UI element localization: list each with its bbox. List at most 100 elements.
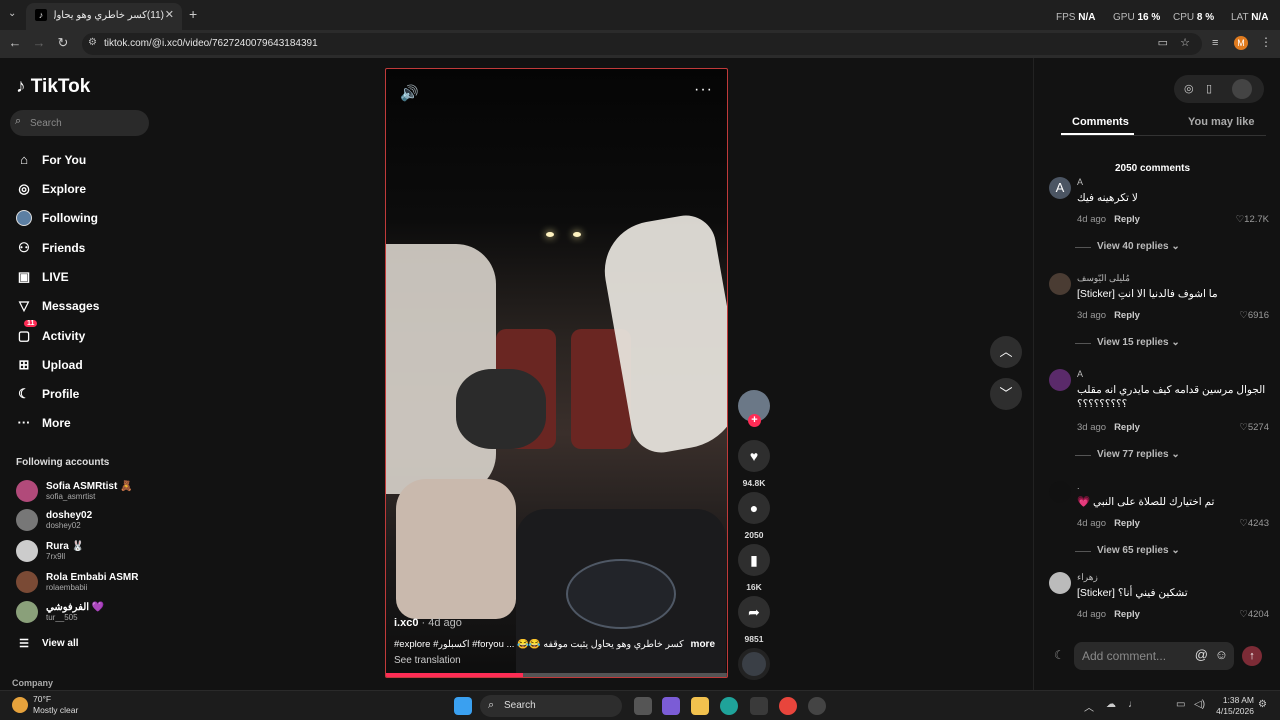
avatar[interactable] xyxy=(1049,273,1071,295)
following-account[interactable]: Rura 🐰 7rx9ll xyxy=(16,540,156,566)
avatar[interactable]: A xyxy=(1049,177,1071,199)
previous-video-button[interactable]: ︿ xyxy=(990,336,1022,368)
comment-like[interactable]: ♡4243 xyxy=(1239,518,1269,529)
nav-following[interactable]: Following xyxy=(16,208,156,230)
tab-comments[interactable]: Comments xyxy=(1072,116,1129,128)
tab-you-may-like[interactable]: You may like xyxy=(1188,116,1254,128)
chrome-icon[interactable] xyxy=(779,697,797,715)
comment-button[interactable]: ● 2050 xyxy=(738,492,770,540)
install-app-icon[interactable]: ▭ xyxy=(1158,36,1168,49)
edge-icon[interactable] xyxy=(720,697,738,715)
store-icon[interactable] xyxy=(750,697,768,715)
windows-start-icon[interactable] xyxy=(454,697,472,715)
caption-more-button[interactable]: more xyxy=(691,639,715,650)
like-button[interactable]: ♥ 94.8K xyxy=(738,440,770,488)
send-comment-button[interactable]: ↑ xyxy=(1242,646,1262,666)
save-button[interactable]: ▮ 16K xyxy=(738,544,770,592)
reply-button[interactable]: Reply xyxy=(1114,214,1140,225)
see-translation-button[interactable]: See translation xyxy=(394,655,461,666)
file-explorer-icon[interactable] xyxy=(691,697,709,715)
following-account[interactable]: doshey02 doshey02 xyxy=(16,509,156,535)
nav-live[interactable]: ▣ LIVE xyxy=(16,267,156,289)
nav-friends[interactable]: ⚇ Friends xyxy=(16,238,156,260)
avatar[interactable] xyxy=(1049,572,1071,594)
comment-username[interactable]: . xyxy=(1077,481,1080,491)
video-more-options-icon[interactable]: ··· xyxy=(694,81,713,99)
view-all-button[interactable]: ☰ View all xyxy=(16,635,156,657)
notification-icon[interactable]: ⚙ xyxy=(1258,699,1267,710)
nav-explore[interactable]: ◎ Explore xyxy=(16,179,156,201)
emoji-icon[interactable]: ☺ xyxy=(1215,647,1228,662)
comment-username[interactable]: A xyxy=(1077,177,1083,187)
video-author[interactable]: i.xc0 · 4d ago xyxy=(394,617,462,629)
comment-icon: ● xyxy=(738,492,770,524)
view-replies-button[interactable]: View 65 replies ⌄ xyxy=(1075,545,1180,556)
reply-button[interactable]: Reply xyxy=(1114,518,1140,529)
nav-for-you[interactable]: ⌂ For You xyxy=(16,150,156,172)
comment-like[interactable]: ♡5274 xyxy=(1239,422,1269,433)
address-bar[interactable]: ⚙ tiktok.com/@i.xc0/video/76272400796431… xyxy=(82,33,1202,55)
browser-tab[interactable]: ♪ (11)كسر خاطري وهو يحاول يثبت ✕ xyxy=(26,3,182,30)
comment-username[interactable]: A xyxy=(1077,369,1083,379)
volume-icon[interactable]: 🔊 xyxy=(400,84,419,102)
next-video-button[interactable]: ﹀ xyxy=(990,378,1022,410)
task-view-icon[interactable] xyxy=(634,697,652,715)
following-account[interactable]: Rola Embabi ASMR rolaembabii xyxy=(16,571,156,597)
following-account[interactable]: الفرفوشي 💜 tur__505 xyxy=(16,601,156,627)
nav-activity[interactable]: ▢ 11 Activity xyxy=(16,320,156,348)
nav-profile[interactable]: ☾ Profile xyxy=(16,384,156,406)
copilot-icon[interactable] xyxy=(662,697,680,715)
comment-like[interactable]: ♡6916 xyxy=(1239,310,1269,321)
back-icon[interactable]: ← xyxy=(6,35,24,50)
bookmark-star-icon[interactable]: ☆ xyxy=(1180,36,1190,49)
microphone-icon[interactable]: ♩ xyxy=(1128,699,1138,710)
view-replies-button[interactable]: View 77 replies ⌄ xyxy=(1075,449,1180,460)
follow-plus-icon[interactable]: + xyxy=(748,414,761,427)
device-icon[interactable]: ▯ xyxy=(1206,82,1212,95)
reply-button[interactable]: Reply xyxy=(1114,422,1140,433)
forward-icon[interactable]: → xyxy=(30,35,48,50)
media-control-icon[interactable]: ≡ xyxy=(1212,37,1218,49)
comment-like[interactable]: ♡4204 xyxy=(1239,609,1269,620)
view-replies-button[interactable]: View 15 replies ⌄ xyxy=(1075,337,1180,348)
video-player[interactable]: 🔊 ··· i.xc0 · 4d ago #explore #اكسبلور #… xyxy=(385,68,728,678)
tray-chevron-up-icon[interactable]: ︿ xyxy=(1084,699,1094,714)
tiktok-logo[interactable]: ♪ TikTok xyxy=(16,76,90,98)
taskbar-search[interactable]: ⌕ Search xyxy=(480,695,622,717)
reply-button[interactable]: Reply xyxy=(1114,609,1140,620)
nav-upload[interactable]: ⊞ Upload xyxy=(16,355,156,377)
volume-tray-icon[interactable]: ◁) xyxy=(1194,699,1205,710)
add-comment-input[interactable]: Add comment... @ ☺ xyxy=(1074,642,1234,670)
nav-more[interactable]: ··· More xyxy=(16,413,156,435)
comment-like[interactable]: ♡12.7K xyxy=(1236,214,1269,225)
nav-messages[interactable]: ▽ Messages xyxy=(16,296,156,318)
new-tab-button[interactable]: + xyxy=(189,6,197,22)
following-account[interactable]: Sofia ASMRtist 🧸 sofia_asmrtist xyxy=(16,480,156,506)
avatar[interactable] xyxy=(1049,369,1071,391)
video-progress-bar[interactable] xyxy=(386,673,727,677)
taskbar-clock[interactable]: 1:38 AM 4/15/2026 xyxy=(1210,695,1254,717)
reload-icon[interactable]: ↻ xyxy=(54,35,72,51)
view-replies-button[interactable]: View 40 replies ⌄ xyxy=(1075,241,1180,252)
comment-username[interactable]: زهراء xyxy=(1077,572,1098,583)
onedrive-icon[interactable]: ☁ xyxy=(1106,699,1116,710)
app-icon[interactable] xyxy=(808,697,826,715)
search-input[interactable]: ⌕ Search xyxy=(10,110,149,136)
profile-avatar[interactable]: M xyxy=(1234,36,1248,50)
avatar[interactable] xyxy=(1049,481,1071,503)
share-button[interactable]: ➦ 9851 xyxy=(738,596,770,644)
site-info-icon[interactable]: ⚙ xyxy=(88,37,97,48)
mention-icon[interactable]: @ xyxy=(1195,647,1208,662)
tab-close-icon[interactable]: ✕ xyxy=(165,8,174,21)
comment-username[interactable]: مُليلى اليّوسف xyxy=(1077,273,1130,284)
weather-widget[interactable]: 70°F Mostly clear xyxy=(33,694,78,716)
explore-icon[interactable]: ◎ xyxy=(1184,82,1194,95)
reply-button[interactable]: Reply xyxy=(1114,310,1140,321)
tab-list-icon[interactable]: ⌄ xyxy=(8,8,16,19)
network-icon[interactable]: ▭ xyxy=(1176,699,1185,710)
user-avatar[interactable] xyxy=(1232,79,1252,99)
music-disc[interactable] xyxy=(738,648,770,680)
company-link[interactable]: Company xyxy=(12,678,53,688)
browser-menu-icon[interactable]: ⋮ xyxy=(1260,35,1272,49)
weather-moon-icon[interactable] xyxy=(12,697,28,713)
